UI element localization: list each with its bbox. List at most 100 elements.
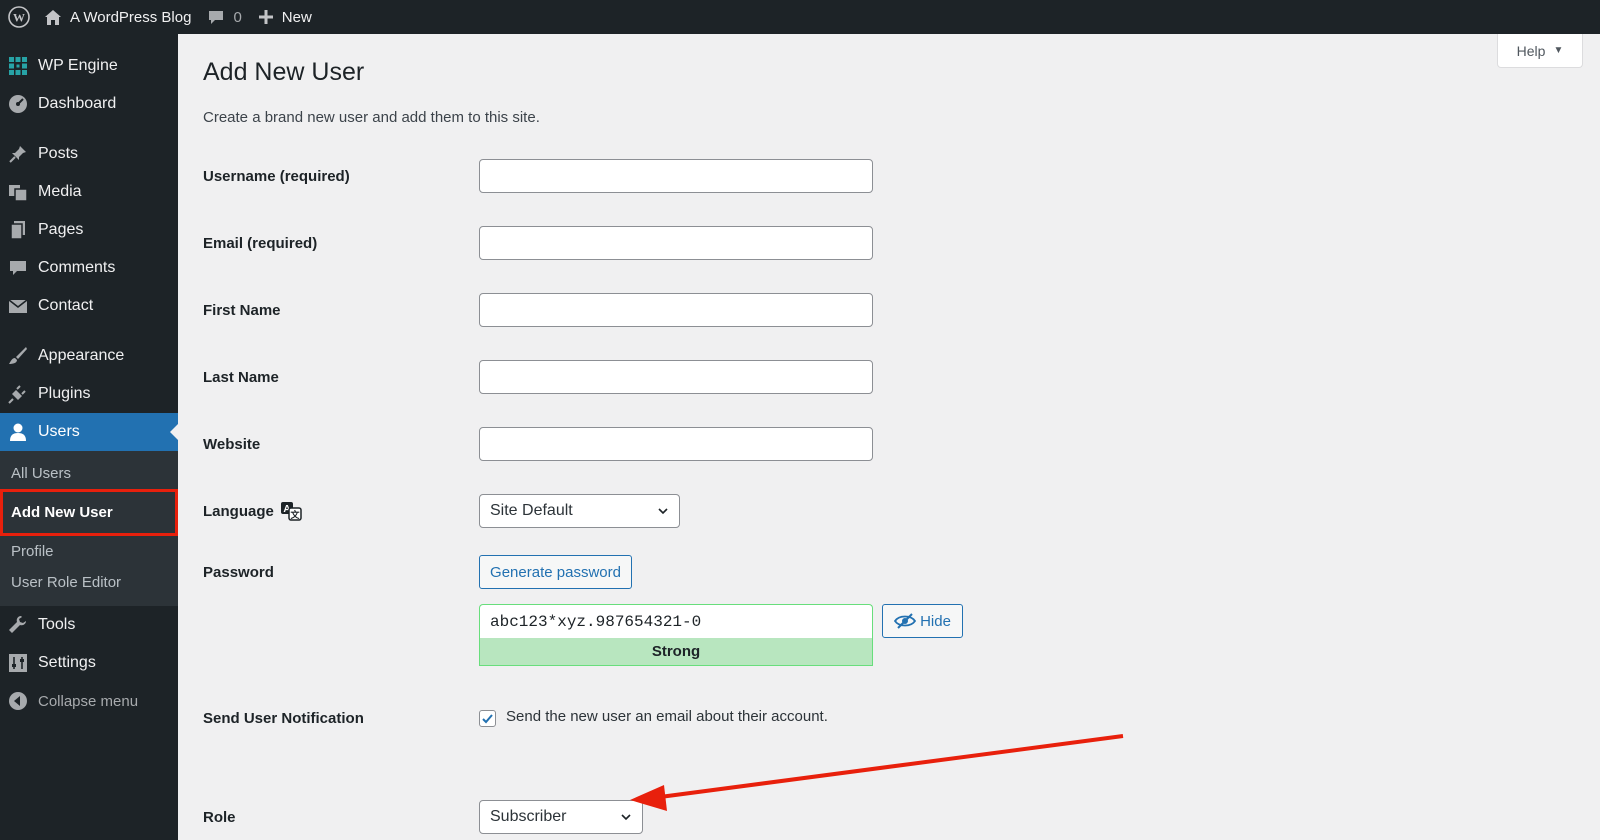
first-name-row: First Name [203,293,1203,327]
sidebar-item-label: Dashboard [38,95,117,112]
wordpress-logo-icon[interactable]: W [2,0,36,34]
sidebar-item-label: Posts [38,145,79,162]
help-button[interactable]: Help ▼ [1497,34,1583,68]
comments-link[interactable]: 0 [199,0,249,34]
notification-text[interactable]: Send the new user an email about their a… [506,708,828,725]
comments-count: 0 [233,8,242,26]
role-select[interactable]: Subscriber [479,800,643,834]
collapse-menu-button[interactable]: Collapse menu [0,682,178,720]
password-row: Password Generate password abc123*xyz.98… [203,555,1203,666]
comment-bubble-icon [8,258,28,278]
admin-sidebar: WP Engine Dashboard Posts Media Pages Co… [0,34,178,840]
sidebar-item-label: Tools [38,616,76,633]
admin-bar: W A WordPress Blog 0 New [0,0,1600,34]
last-name-label: Last Name [203,368,279,386]
role-value: Subscriber [490,808,567,825]
sidebar-item-label: Media [38,183,82,200]
sidebar-item-pages[interactable]: Pages [0,211,178,249]
site-name-label: A WordPress Blog [70,8,192,26]
notification-checkbox[interactable] [479,710,496,727]
language-row: Language A文 Site Default [203,494,1203,528]
eye-hidden-icon [894,613,917,629]
sidebar-item-label: Users [38,423,80,440]
collapse-menu-label: Collapse menu [38,692,139,710]
website-input[interactable] [479,427,873,461]
svg-text:文: 文 [289,509,300,521]
media-icon [8,182,28,202]
password-label: Password [203,563,274,581]
submenu-profile[interactable]: Profile [0,536,178,567]
language-label: Language [203,502,274,520]
sidebar-item-media[interactable]: Media [0,173,178,211]
sidebar-item-contact[interactable]: Contact [0,287,178,325]
username-label: Username (required) [203,167,350,185]
role-label: Role [203,808,236,826]
hide-password-button[interactable]: Hide [882,604,963,638]
email-input[interactable] [479,226,873,260]
sidebar-item-label: WP Engine [38,57,118,74]
hide-label: Hide [920,612,951,630]
first-name-label: First Name [203,301,281,319]
email-label: Email (required) [203,234,318,252]
last-name-input[interactable] [479,360,873,394]
sidebar-item-appearance[interactable]: Appearance [0,337,178,375]
page-title: Add New User [203,58,365,86]
sidebar-item-wp-engine[interactable]: WP Engine [0,47,178,85]
svg-text:W: W [13,11,25,25]
sidebar-item-label: Plugins [38,385,91,402]
page-intro: Create a brand new user and add them to … [203,109,540,126]
sidebar-item-label: Contact [38,297,94,314]
chevron-down-icon [621,814,631,821]
sidebar-item-plugins[interactable]: Plugins [0,375,178,413]
plug-icon [8,384,28,404]
password-input[interactable]: abc123*xyz.987654321-0 [479,604,873,638]
pages-icon [8,220,28,240]
sidebar-item-users[interactable]: Users [0,413,178,451]
users-submenu: All Users Add New User Profile User Role… [0,451,178,606]
translation-icon: A文 [280,501,302,521]
help-label: Help [1516,42,1546,59]
notification-row: Send User Notification Send the new user… [203,708,1203,728]
notification-label: Send User Notification [203,709,364,727]
website-label: Website [203,435,261,453]
sidebar-item-label: Pages [38,221,84,238]
sidebar-item-tools[interactable]: Tools [0,606,178,644]
language-value: Site Default [490,502,573,519]
sidebar-item-comments[interactable]: Comments [0,249,178,287]
main-content: Help ▼ Add New User Create a brand new u… [178,34,1600,840]
submenu-all-users[interactable]: All Users [0,458,178,489]
envelope-icon [8,296,28,316]
username-row: Username (required) [203,159,1203,193]
last-name-row: Last Name [203,360,1203,394]
language-label-wrap: Language A文 [203,494,302,528]
sidebar-item-label: Settings [38,654,96,671]
new-label: New [281,8,312,26]
sidebar-item-settings[interactable]: Settings [0,644,178,682]
comment-bubble-icon [209,10,224,24]
first-name-input[interactable] [479,293,873,327]
username-input[interactable] [479,159,873,193]
new-content-link[interactable]: New [250,0,320,34]
submenu-add-new-user[interactable]: Add New User [0,489,178,536]
role-row: Role Subscriber [203,800,1203,834]
sidebar-item-label: Appearance [38,347,125,364]
site-name-link[interactable]: A WordPress Blog [36,0,199,34]
sidebar-item-dashboard[interactable]: Dashboard [0,85,178,123]
collapse-arrow-icon [8,691,28,711]
password-strength-meter: Strong [479,638,873,666]
wpengine-grid-icon [8,56,28,76]
sliders-icon [8,653,28,673]
checkmark-icon [482,714,493,724]
wrench-icon [8,615,28,635]
language-select[interactable]: Site Default [479,494,680,528]
plus-icon [258,10,273,24]
dashboard-gauge-icon [8,94,28,114]
home-icon [45,9,61,25]
sidebar-item-posts[interactable]: Posts [0,135,178,173]
user-icon [8,422,28,442]
generate-password-button[interactable]: Generate password [479,555,632,589]
website-row: Website [203,427,1203,461]
email-row: Email (required) [203,226,1203,260]
pin-icon [8,144,28,164]
submenu-user-role-editor[interactable]: User Role Editor [0,567,178,598]
